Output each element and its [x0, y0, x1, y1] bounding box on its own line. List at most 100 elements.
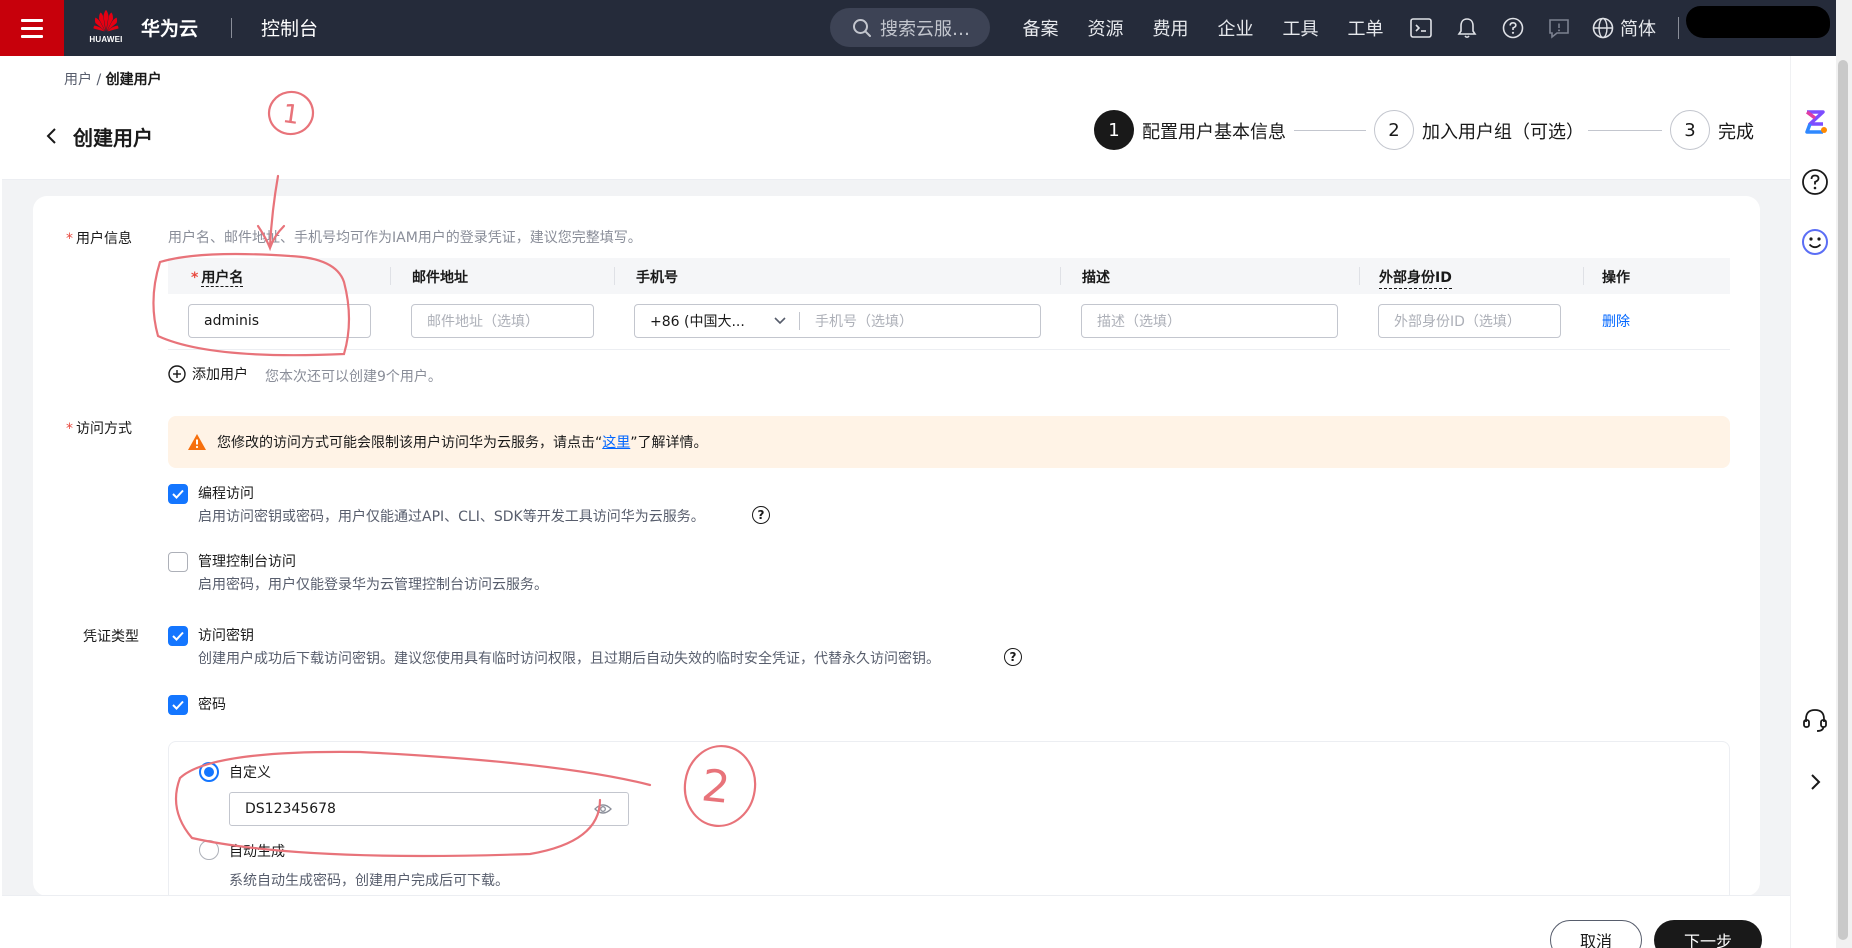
- user-info-label: * 用户信息: [66, 231, 132, 247]
- help-icon[interactable]: [1500, 15, 1526, 41]
- nav-item-tickets[interactable]: 工单: [1333, 15, 1398, 41]
- auto-password-desc: 系统自动生成密码，创建用户完成后可下载。: [229, 873, 509, 889]
- search-box[interactable]: 搜索云服…: [830, 8, 990, 47]
- feedback-icon[interactable]: [1546, 15, 1572, 41]
- chevron-down-icon: [774, 317, 786, 325]
- help-icon[interactable]: [1801, 168, 1829, 196]
- step-1-circle: 1: [1094, 110, 1134, 150]
- top-bar: HUAWEI 华为云 控制台 搜索云服… 备案 资源 费用 企业 工具 工单 简…: [0, 0, 1852, 56]
- back-arrow-icon[interactable]: [42, 126, 62, 146]
- col-external-id: 外部身份ID: [1379, 267, 1452, 289]
- username-input[interactable]: adminis: [188, 304, 371, 338]
- notice-text: 您修改的访问方式可能会限制该用户访问华为云服务，请点击“: [217, 435, 603, 451]
- auto-password-label: 自动生成: [229, 844, 285, 860]
- language-switch[interactable]: 简体: [1592, 15, 1656, 41]
- next-button[interactable]: 下一步: [1654, 920, 1762, 948]
- hamburger-icon: [21, 18, 43, 22]
- brand-divider: [231, 18, 232, 38]
- console-access-desc: 启用密码，用户仅能登录华为云管理控制台访问云服务。: [198, 577, 548, 593]
- cancel-button[interactable]: 取消: [1550, 920, 1642, 948]
- external-id-input[interactable]: 外部身份ID（选填）: [1378, 304, 1561, 338]
- user-info-hint: 用户名、邮件地址、手机号均可作为IAM用户的登录凭证，建议您完整填写。: [168, 230, 642, 246]
- search-icon: [853, 18, 871, 37]
- programmatic-access-checkbox[interactable]: [168, 484, 188, 504]
- page-title: 创建用户: [73, 126, 153, 150]
- bell-icon[interactable]: [1454, 15, 1480, 41]
- nav-item-filing[interactable]: 备案: [1008, 15, 1073, 41]
- step-3-circle: 3: [1670, 110, 1710, 150]
- breadcrumb-current: 创建用户: [105, 72, 162, 88]
- password-title: 密码: [198, 697, 226, 713]
- breadcrumb-separator: /: [96, 72, 102, 88]
- account-name-redacted[interactable]: [1686, 6, 1830, 38]
- custom-password-label: 自定义: [229, 765, 271, 781]
- menu-button[interactable]: [0, 0, 64, 56]
- scrollbar[interactable]: [1836, 0, 1852, 948]
- programmatic-access-title: 编程访问: [198, 486, 254, 502]
- page-header: 用户 / 创建用户 创建用户 1 配置用户基本信息 2 加入用户组（可选） 3 …: [2, 56, 1790, 180]
- headset-support-icon[interactable]: [1801, 706, 1829, 734]
- add-user-button[interactable]: 添加用户: [168, 364, 248, 384]
- console-access-checkbox[interactable]: [168, 552, 188, 572]
- col-username: * 用户名: [191, 270, 244, 287]
- language-label: 简体: [1620, 19, 1656, 40]
- help-icon[interactable]: ?: [1004, 648, 1022, 666]
- globe-icon: [1592, 17, 1614, 39]
- top-nav: 备案 资源 费用 企业 工具 工单: [1008, 0, 1398, 56]
- plus-circle-icon: [168, 365, 186, 383]
- credential-type-label: 凭证类型: [83, 629, 139, 645]
- nav-item-resources[interactable]: 资源: [1073, 15, 1138, 41]
- step-1-label: 配置用户基本信息: [1142, 122, 1286, 143]
- col-description: 描述: [1082, 270, 1110, 286]
- help-icon[interactable]: ?: [752, 506, 770, 524]
- auto-password-radio[interactable]: [199, 840, 219, 860]
- access-key-checkbox[interactable]: [168, 626, 188, 646]
- email-input[interactable]: 邮件地址（选填）: [411, 304, 594, 338]
- country-code-select[interactable]: +86 (中国大...: [635, 305, 799, 337]
- smiley-feedback-icon[interactable]: [1801, 228, 1829, 256]
- eye-icon[interactable]: [594, 803, 612, 815]
- huawei-flower-icon: [93, 10, 119, 32]
- access-method-label: * 访问方式: [66, 421, 132, 437]
- col-phone: 手机号: [636, 270, 678, 286]
- add-user-hint: 您本次还可以创建9个用户。: [265, 369, 442, 385]
- step-2-label: 加入用户组（可选）: [1422, 122, 1584, 143]
- check-icon: [172, 631, 184, 641]
- programmatic-access-desc: 启用访问密钥或密码，用户仅能通过API、CLI、SDK等开发工具访问华为云服务。: [198, 509, 705, 525]
- breadcrumb-users[interactable]: 用户: [64, 72, 92, 88]
- ai-assistant-icon[interactable]: [1801, 108, 1829, 136]
- step-2-circle: 2: [1374, 110, 1414, 150]
- access-key-title: 访问密钥: [198, 628, 254, 644]
- chevron-right-icon[interactable]: [1801, 768, 1829, 796]
- delete-row-link[interactable]: 删除: [1602, 311, 1630, 331]
- terminal-icon[interactable]: [1408, 15, 1434, 41]
- custom-password-radio[interactable]: [199, 762, 219, 782]
- right-rail: [1790, 56, 1836, 948]
- footer-bar: 取消 下一步: [2, 895, 1790, 948]
- step-connector: [1294, 130, 1366, 131]
- access-key-desc: 创建用户成功后下载访问密钥。建议您使用具有临时访问权限，且过期后自动失效的临时安…: [198, 651, 940, 667]
- password-checkbox[interactable]: [168, 695, 188, 715]
- col-action: 操作: [1602, 270, 1630, 286]
- nav-item-enterprise[interactable]: 企业: [1203, 15, 1268, 41]
- warning-icon: [188, 434, 206, 450]
- description-input[interactable]: 描述（选填）: [1081, 304, 1338, 338]
- check-icon: [172, 489, 184, 499]
- phone-input[interactable]: 手机号（选填）: [800, 311, 913, 331]
- account-divider: [1678, 17, 1679, 39]
- brand-name[interactable]: 华为云: [141, 14, 198, 41]
- check-icon: [172, 700, 184, 710]
- notice-link[interactable]: 这里: [602, 435, 630, 451]
- step-3-label: 完成: [1718, 122, 1754, 143]
- password-input[interactable]: DS12345678: [229, 792, 629, 826]
- access-warning-notice: 您修改的访问方式可能会限制该用户访问华为云服务，请点击“这里”了解详情。: [168, 416, 1730, 468]
- search-placeholder: 搜索云服…: [880, 18, 970, 40]
- col-email: 邮件地址: [412, 270, 468, 286]
- user-table-header: * 用户名 邮件地址 手机号 描述 外部身份ID 操作: [168, 258, 1730, 294]
- nav-item-tools[interactable]: 工具: [1268, 15, 1333, 41]
- console-title[interactable]: 控制台: [261, 14, 318, 41]
- phone-field[interactable]: +86 (中国大... 手机号（选填）: [634, 304, 1041, 338]
- nav-item-billing[interactable]: 费用: [1138, 15, 1203, 41]
- huawei-logo[interactable]: HUAWEI: [86, 8, 126, 48]
- scrollbar-thumb[interactable]: [1838, 60, 1848, 940]
